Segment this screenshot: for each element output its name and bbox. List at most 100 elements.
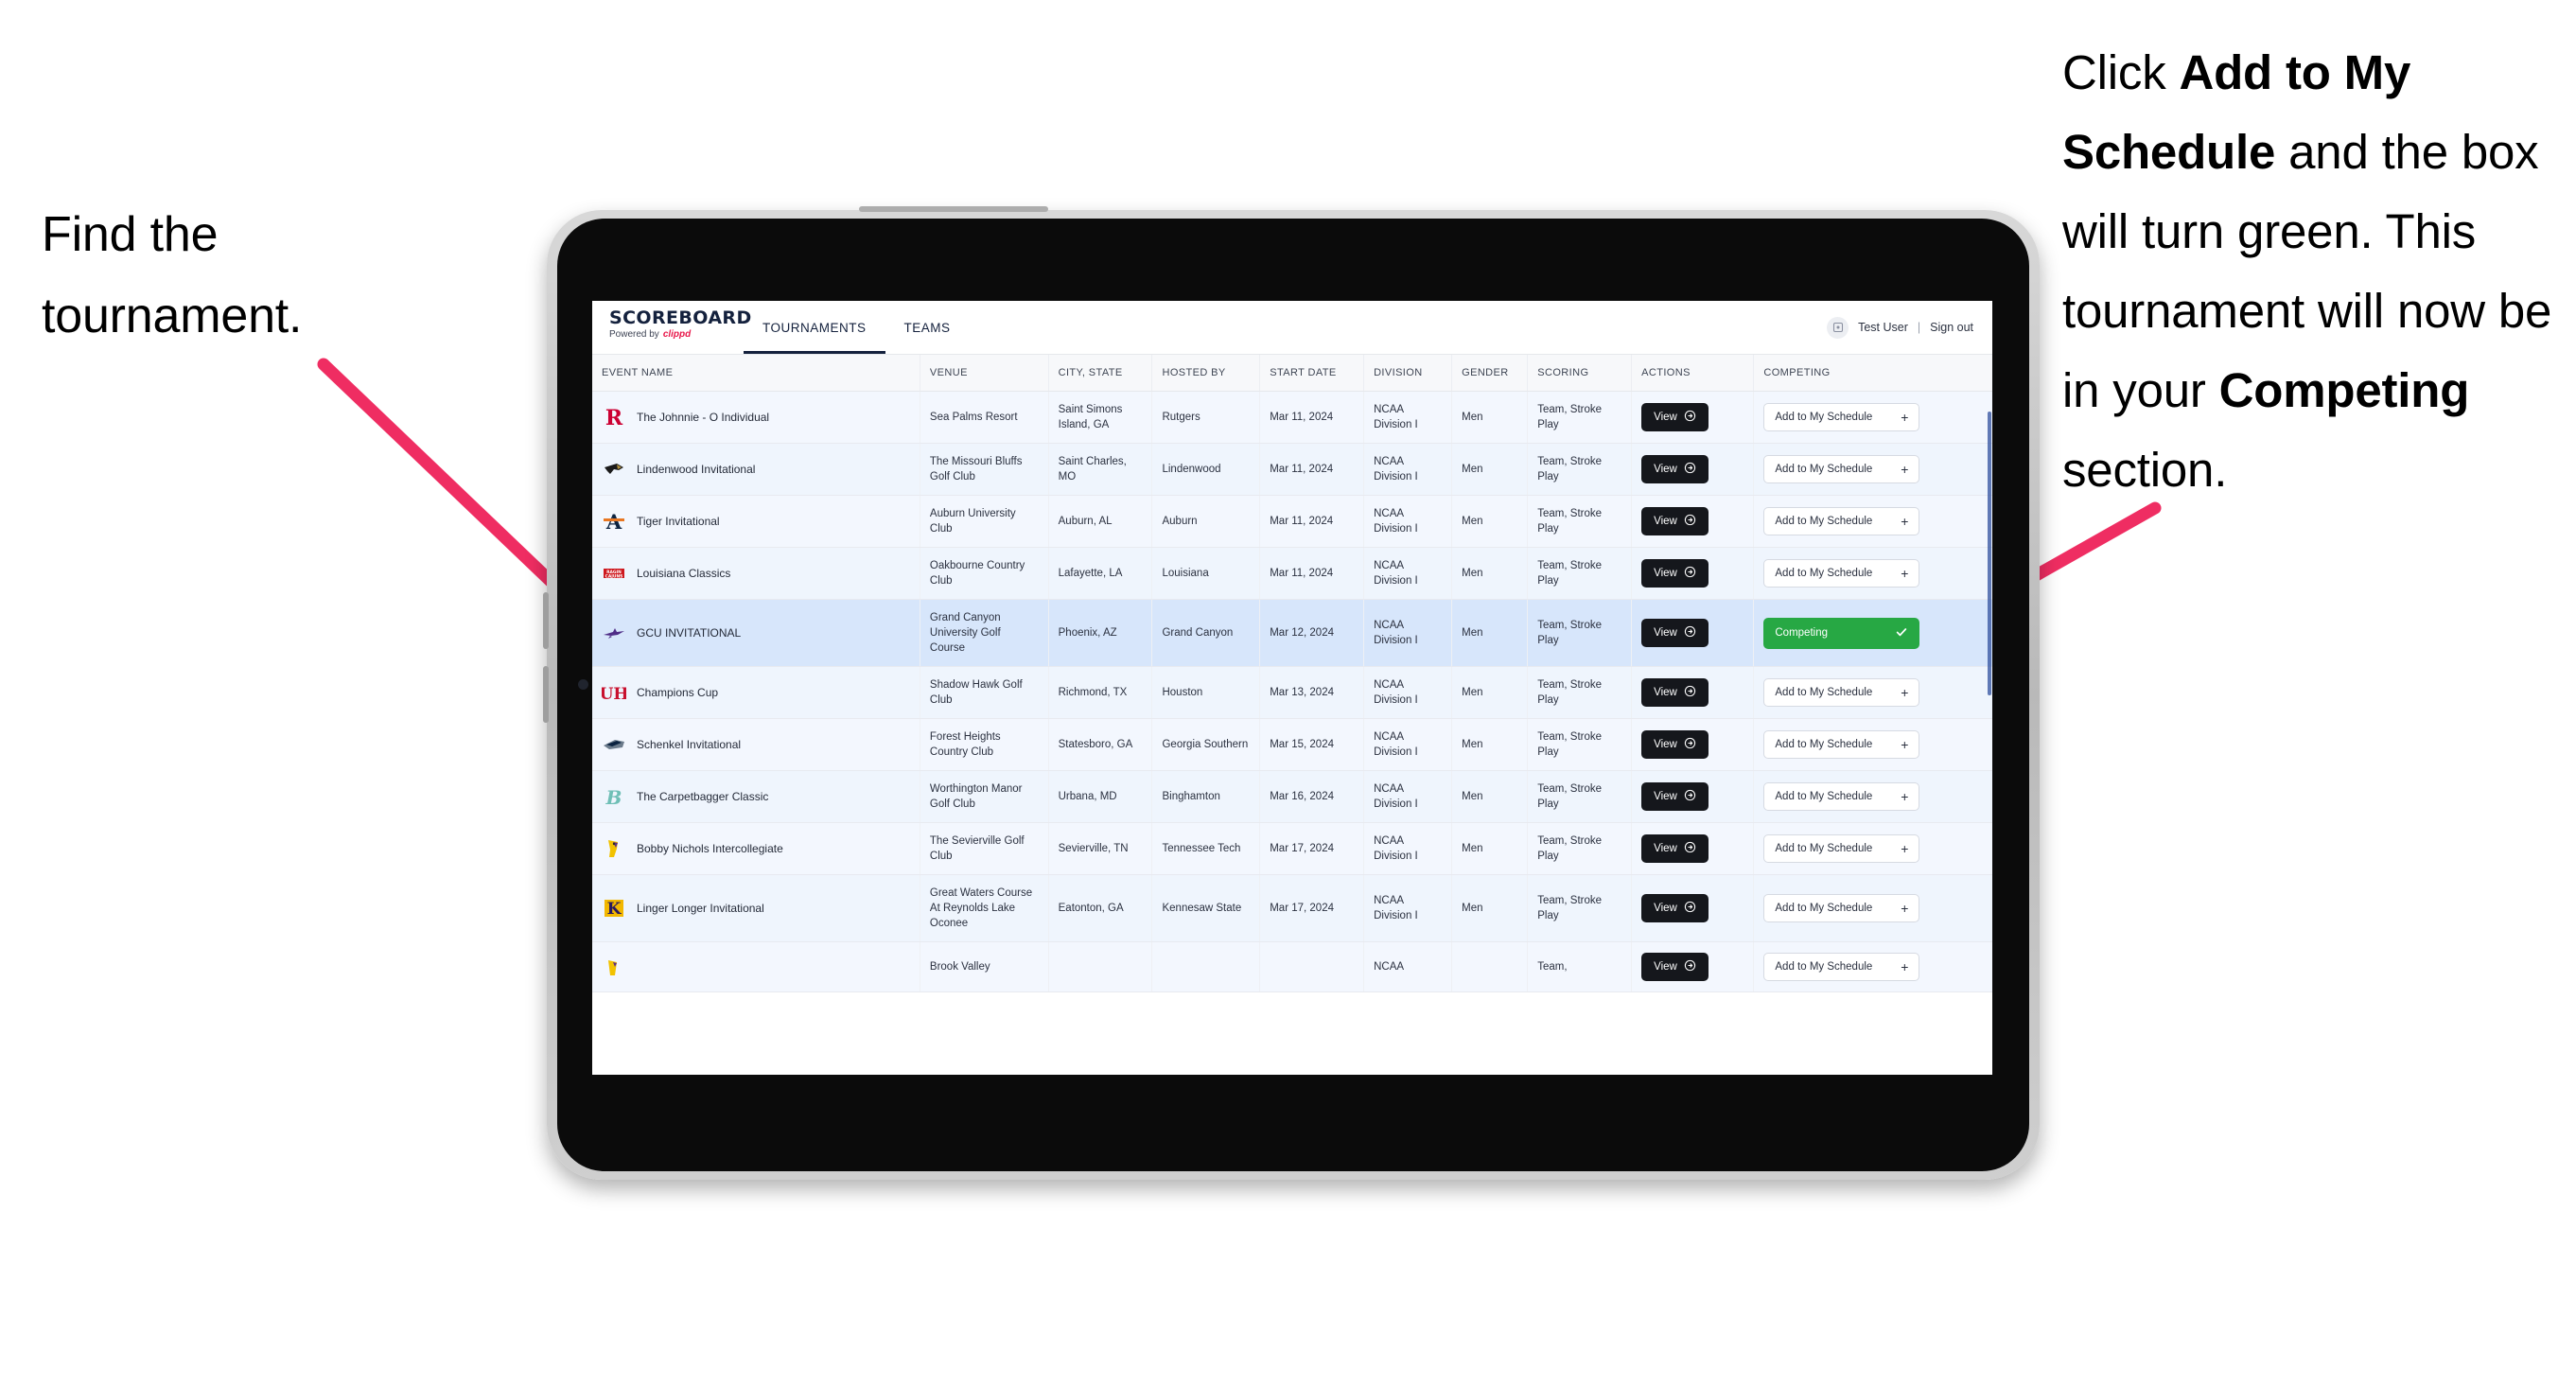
view-button[interactable]: View <box>1641 619 1709 647</box>
view-button[interactable]: View <box>1641 782 1709 811</box>
add-to-my-schedule-label: Add to My Schedule <box>1775 961 1873 973</box>
cell-competing: Add to My Schedule + <box>1753 547 1992 600</box>
plus-icon: + <box>1901 737 1909 752</box>
col-gender[interactable]: GENDER <box>1451 355 1529 392</box>
cell-event-name: UH Champions Cup <box>592 666 920 719</box>
col-city-state[interactable]: CITY, STATE <box>1048 355 1153 392</box>
add-to-my-schedule-button[interactable]: Add to My Schedule + <box>1763 678 1920 707</box>
tournaments-table-container[interactable]: EVENT NAME VENUE CITY, STATE HOSTED BY S… <box>592 355 1992 1075</box>
view-button[interactable]: View <box>1641 455 1709 483</box>
add-to-my-schedule-button[interactable]: Add to My Schedule + <box>1763 834 1920 863</box>
table-row[interactable]: B The Carpetbagger Classic Worthington M… <box>592 770 1992 823</box>
brand-subtitle: Powered by clippd <box>609 328 744 342</box>
user-avatar-icon[interactable] <box>1827 316 1849 339</box>
rutgers-logo: R <box>602 405 626 430</box>
event-name-label: The Johnnie - O Individual <box>637 411 770 424</box>
cell-gender: Men <box>1451 391 1529 444</box>
tab-tournaments[interactable]: TOURNAMENTS <box>744 301 885 354</box>
plus-icon: + <box>1901 841 1909 856</box>
add-to-my-schedule-label: Add to My Schedule <box>1775 687 1873 698</box>
arrow-right-circle-icon <box>1684 625 1696 640</box>
table-row[interactable]: K Linger Longer Invitational Great Water… <box>592 874 1992 942</box>
cell-actions: View <box>1631 666 1755 719</box>
cell-start-date: Mar 12, 2024 <box>1259 599 1365 667</box>
app-header: SCOREBOARD Powered by clippd TOURNAMENTS… <box>592 301 1992 355</box>
col-venue[interactable]: VENUE <box>920 355 1049 392</box>
add-to-my-schedule-button[interactable]: Add to My Schedule + <box>1763 559 1920 588</box>
tablet-top-button <box>859 206 1048 212</box>
table-row[interactable]: Schenkel Invitational Forest Heights Cou… <box>592 718 1992 771</box>
plus-icon: + <box>1901 410 1909 425</box>
add-to-my-schedule-button[interactable]: Add to My Schedule + <box>1763 782 1920 811</box>
svg-text:R: R <box>605 406 623 430</box>
cell-actions: View <box>1631 822 1755 875</box>
view-button[interactable]: View <box>1641 559 1709 588</box>
add-to-my-schedule-button[interactable]: Add to My Schedule + <box>1763 894 1920 922</box>
col-hosted-by[interactable]: HOSTED BY <box>1151 355 1261 392</box>
table-row[interactable]: R The Johnnie - O Individual Sea Palms R… <box>592 391 1992 444</box>
table-row[interactable]: Bobby Nichols Intercollegiate The Sevier… <box>592 822 1992 875</box>
col-division[interactable]: DIVISION <box>1363 355 1453 392</box>
cell-event-name: K Linger Longer Invitational <box>592 874 920 942</box>
cell-actions: View <box>1631 391 1755 444</box>
cell-city-state <box>1048 941 1153 992</box>
cell-division: NCAA Division I <box>1363 874 1453 942</box>
view-button[interactable]: View <box>1641 403 1709 431</box>
plus-icon: + <box>1901 566 1909 581</box>
auburn-logo: A <box>602 509 626 534</box>
add-to-my-schedule-label: Add to My Schedule <box>1775 568 1873 579</box>
table-row[interactable]: RAGIN CAJUNS Louisiana Classics Oakbourne… <box>592 547 1992 600</box>
brand-powered-name: clippd <box>662 329 692 340</box>
add-to-my-schedule-button[interactable]: Add to My Schedule + <box>1763 403 1920 431</box>
view-button[interactable]: View <box>1641 834 1709 863</box>
cell-event-name: Lindenwood Invitational <box>592 443 920 496</box>
cell-division: NCAA Division I <box>1363 666 1453 719</box>
cell-actions: View <box>1631 941 1755 992</box>
add-to-my-schedule-button[interactable]: Add to My Schedule + <box>1763 455 1920 483</box>
svg-text:A: A <box>605 510 622 534</box>
table-row[interactable]: A Tiger Invitational Auburn University C… <box>592 495 1992 548</box>
cell-competing: Add to My Schedule + <box>1753 874 1992 942</box>
cell-city-state: Lafayette, LA <box>1048 547 1153 600</box>
table-row[interactable]: Lindenwood Invitational The Missouri Blu… <box>592 443 1992 496</box>
competing-button[interactable]: Competing <box>1763 617 1920 649</box>
annotation-left: Find the tournament. <box>42 207 303 343</box>
add-to-my-schedule-label: Add to My Schedule <box>1775 412 1873 423</box>
table-row[interactable]: UH Champions Cup Shadow Hawk Golf Club Ri… <box>592 666 1992 719</box>
add-to-my-schedule-button[interactable]: Add to My Schedule + <box>1763 730 1920 759</box>
tab-teams[interactable]: TEAMS <box>885 301 970 354</box>
cell-scoring: Team, Stroke Play <box>1527 874 1633 942</box>
add-to-my-schedule-button[interactable]: Add to My Schedule + <box>1763 507 1920 535</box>
view-button[interactable]: View <box>1641 953 1709 981</box>
georgia-southern-logo <box>602 732 626 757</box>
cell-actions: View <box>1631 547 1755 600</box>
cell-start-date: Mar 15, 2024 <box>1259 718 1365 771</box>
col-event-name[interactable]: EVENT NAME <box>592 355 920 392</box>
sign-out-link[interactable]: Sign out <box>1930 321 1973 334</box>
cell-city-state: Urbana, MD <box>1048 770 1153 823</box>
add-to-my-schedule-button[interactable]: Add to My Schedule + <box>1763 953 1920 981</box>
primary-nav: TOURNAMENTS TEAMS <box>744 301 970 354</box>
tablet-volume-down-button[interactable] <box>543 666 549 723</box>
cell-hosted-by: Rutgers <box>1151 391 1261 444</box>
cell-start-date <box>1259 941 1365 992</box>
vertical-scrollbar[interactable] <box>1988 412 1991 695</box>
arrow-right-circle-icon <box>1684 462 1696 477</box>
event-name-label: Lindenwood Invitational <box>637 463 756 476</box>
brand-logo[interactable]: SCOREBOARD Powered by clippd <box>592 301 751 354</box>
view-button[interactable]: View <box>1641 894 1709 922</box>
cell-division: NCAA Division I <box>1363 443 1453 496</box>
view-button[interactable]: View <box>1641 678 1709 707</box>
view-button[interactable]: View <box>1641 730 1709 759</box>
cell-start-date: Mar 11, 2024 <box>1259 391 1365 444</box>
plus-icon: + <box>1901 959 1909 974</box>
table-row[interactable]: Brook Valley NCAA Team, View Add to My Sch… <box>592 941 1992 992</box>
cell-gender: Men <box>1451 547 1529 600</box>
col-start-date[interactable]: START DATE <box>1259 355 1365 392</box>
tablet-volume-up-button[interactable] <box>543 592 549 649</box>
table-row[interactable]: GCU INVITATIONAL Grand Canyon University… <box>592 599 1992 667</box>
cell-competing: Add to My Schedule + <box>1753 443 1992 496</box>
cell-event-name: A Tiger Invitational <box>592 495 920 548</box>
view-button[interactable]: View <box>1641 507 1709 535</box>
col-scoring[interactable]: SCORING <box>1527 355 1633 392</box>
